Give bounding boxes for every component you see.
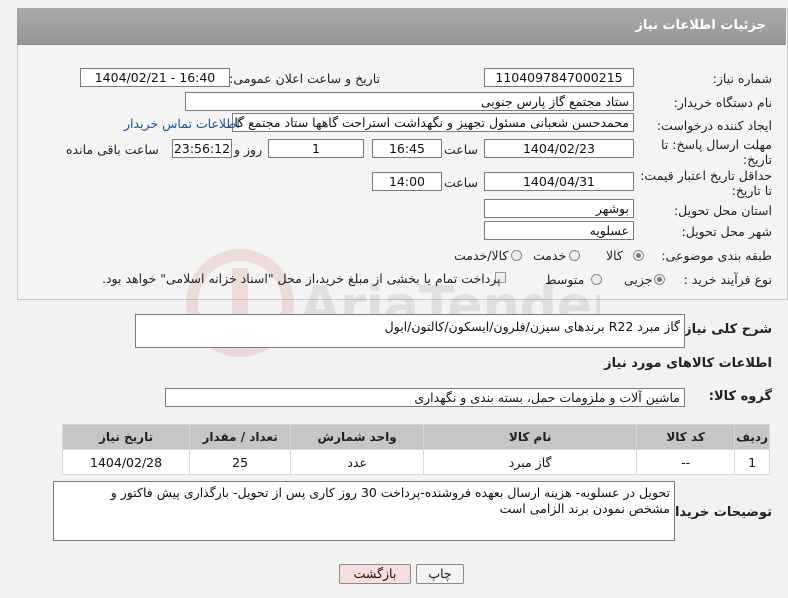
col-code-header: کد کالا — [636, 424, 736, 450]
back-button[interactable]: بازگشت — [339, 564, 411, 584]
payment-note: پرداخت تمام یا بخشی از مبلغ خرید،از محل … — [102, 271, 501, 286]
category-both-label: کالا/خدمت — [454, 248, 509, 263]
table-row[interactable]: 1 -- گاز مبرد عدد 25 1404/02/28 — [61, 449, 770, 475]
validity-time-field: 14:00 — [372, 172, 442, 191]
purchase-medium-label: متوسط — [545, 272, 585, 287]
table-header-row: ردیف کد کالا نام کالا واحد شمارش تعداد /… — [61, 424, 770, 450]
creator-field: محمدحسن شعبانی مسئول تجهیز و نگهداشت است… — [232, 113, 634, 132]
category-service-radio[interactable] — [569, 250, 580, 261]
purchase-medium-radio[interactable] — [591, 274, 602, 285]
category-service-label: خدمت — [533, 248, 567, 263]
announce-label: تاریخ و ساعت اعلان عمومی: — [229, 71, 380, 86]
cell-qty: 25 — [189, 449, 292, 475]
validity-label-1: حداقل تاریخ اعتبار قیمت: — [640, 168, 772, 183]
deadline-time-label: ساعت — [444, 142, 479, 157]
page-title: جزئیات اطلاعات نیاز — [635, 18, 766, 33]
days-label: روز و — [234, 142, 263, 157]
deadline-label-2: تاریخ: — [742, 152, 772, 167]
days-field: 1 — [268, 139, 364, 158]
cell-name: گاز مبرد — [423, 449, 638, 475]
deadline-label-1: مهلت ارسال پاسخ: تا — [661, 137, 772, 152]
deadline-time-field: 16:45 — [372, 139, 442, 158]
description-text: گاز مبرد R22 برندهای سیزن/فلرون/ایسکون/ک… — [384, 319, 680, 334]
category-both-radio[interactable] — [511, 250, 522, 261]
deadline-date-field: 1404/02/23 — [484, 139, 634, 158]
remaining-field: 23:56:12 — [172, 139, 232, 158]
validity-label-2: تا تاریخ: — [731, 183, 772, 198]
cell-code: -- — [636, 449, 736, 475]
buyer-notes-textarea[interactable]: تحویل در عسلویه- هزینه ارسال بعهده فروشن… — [53, 481, 675, 541]
description-textarea[interactable]: گاز مبرد R22 برندهای سیزن/فلرون/ایسکون/ک… — [135, 314, 685, 348]
remaining-label: ساعت باقی مانده — [66, 142, 159, 157]
province-field: بوشهر — [484, 199, 634, 218]
category-goods-radio[interactable] — [633, 250, 644, 261]
need-number-field: 1104097847000215 — [484, 68, 634, 87]
goods-table: ردیف کد کالا نام کالا واحد شمارش تعداد /… — [61, 424, 770, 475]
cell-date: 1404/02/28 — [61, 449, 191, 475]
col-name-header: نام کالا — [423, 424, 638, 450]
need-number-label: شماره نیاز: — [712, 71, 772, 86]
purchase-type-label: نوع فرآیند خرید : — [683, 272, 772, 287]
col-unit-header: واحد شمارش — [290, 424, 425, 450]
cell-row: 1 — [734, 449, 770, 475]
purchase-minor-radio[interactable] — [654, 274, 665, 285]
col-qty-header: تعداد / مقدار — [189, 424, 292, 450]
creator-label: ایجاد کننده درخواست: — [656, 118, 772, 133]
buyer-notes-label: توضیحات خریدار: — [662, 505, 772, 520]
purchase-minor-label: جزیی — [624, 272, 653, 287]
goods-section-title: اطلاعات کالاهای مورد نیاز — [604, 356, 772, 371]
announce-field: 1404/02/21 - 16:40 — [80, 68, 230, 87]
city-label: شهر محل تحویل: — [681, 224, 772, 239]
print-button[interactable]: چاپ — [416, 564, 464, 584]
category-goods-label: کالا — [606, 248, 623, 263]
panel-header: جزئیات اطلاعات نیاز — [17, 8, 786, 45]
category-label: طبقه بندی موضوعی: — [661, 248, 772, 263]
description-label: شرح کلی نیاز: — [678, 322, 772, 337]
validity-time-label: ساعت — [444, 175, 479, 190]
city-field: عسلویه — [484, 221, 634, 240]
col-date-header: تاریخ نیاز — [61, 424, 191, 450]
province-label: استان محل تحویل: — [673, 203, 772, 218]
buyer-org-label: نام دستگاه خریدار: — [673, 95, 772, 110]
goods-group-field: ماشین آلات و ملزومات حمل، بسته بندی و نگ… — [165, 388, 685, 407]
col-row-header: ردیف — [734, 424, 770, 450]
goods-group-label: گروه کالا: — [708, 389, 772, 404]
buyer-org-field: ستاد مجتمع گاز پارس جنوبی — [185, 92, 634, 111]
buyer-notes-text: تحویل در عسلویه- هزینه ارسال بعهده فروشن… — [110, 485, 670, 516]
cell-unit: عدد — [290, 449, 425, 475]
validity-date-field: 1404/04/31 — [484, 172, 634, 191]
contact-buyer-link[interactable]: اطلاعات تماس خریدار — [124, 116, 240, 131]
